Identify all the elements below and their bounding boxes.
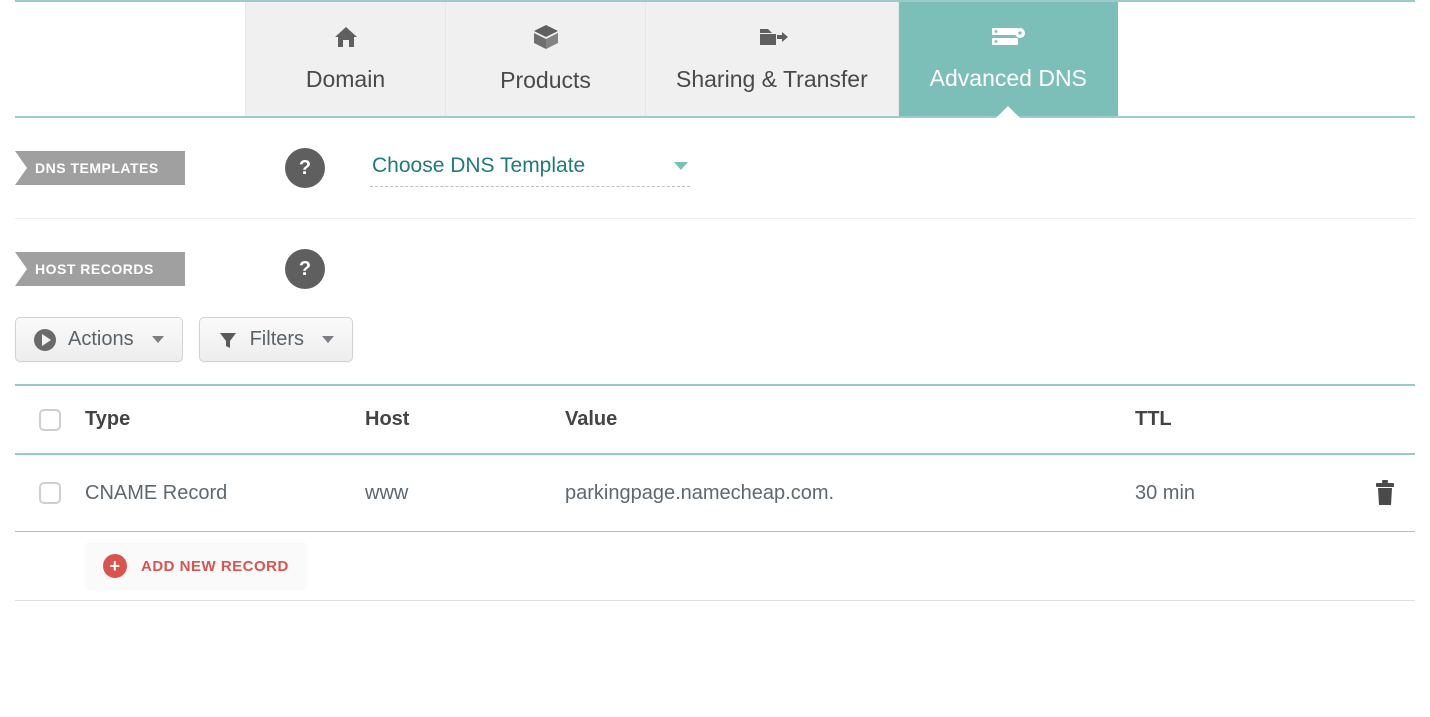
dns-template-select[interactable]: Choose DNS Template — [370, 149, 690, 187]
tab-sharing-label: Sharing & Transfer — [676, 66, 868, 93]
section-host-records: HOST RECORDS ? — [15, 219, 1415, 305]
actions-button[interactable]: Actions — [15, 317, 183, 362]
select-all-checkbox[interactable] — [39, 409, 61, 431]
host-records-table: Type Host Value TTL CNAME Record www par… — [15, 384, 1415, 532]
ribbon-dns-templates: DNS TEMPLATES — [15, 151, 185, 185]
add-new-record-button[interactable]: + ADD NEW RECORD — [85, 542, 307, 590]
question-icon: ? — [299, 258, 311, 281]
ribbon-dns-label: DNS TEMPLATES — [35, 160, 159, 176]
cell-value[interactable]: parkingpage.namecheap.com. — [565, 482, 1135, 505]
play-circle-icon — [34, 329, 56, 351]
tab-advanced-dns[interactable]: Advanced DNS — [898, 2, 1118, 116]
actions-label: Actions — [68, 328, 134, 351]
tab-spacer-right — [1118, 2, 1415, 116]
share-arrow-icon — [756, 25, 788, 54]
col-value-header: Value — [565, 408, 1135, 431]
table-row: CNAME Record www parkingpage.namecheap.c… — [15, 455, 1415, 532]
add-record-bar: + ADD NEW RECORD — [15, 532, 1415, 601]
server-gear-icon — [990, 26, 1026, 53]
tab-products-label: Products — [500, 67, 591, 94]
caret-down-icon — [322, 336, 334, 343]
ribbon-host-label: HOST RECORDS — [35, 261, 154, 277]
caret-down-icon — [152, 336, 164, 343]
filters-button[interactable]: Filters — [199, 317, 353, 362]
add-new-record-label: ADD NEW RECORD — [141, 558, 289, 575]
cell-host[interactable]: www — [365, 482, 565, 505]
col-type-header: Type — [85, 408, 365, 431]
plus-circle-icon: + — [103, 554, 127, 578]
section-dns-templates: DNS TEMPLATES ? Choose DNS Template — [15, 118, 1415, 219]
col-ttl-header: TTL — [1135, 408, 1355, 431]
home-icon — [333, 25, 359, 54]
box-icon — [532, 24, 560, 55]
table-header-row: Type Host Value TTL — [15, 386, 1415, 455]
funnel-icon — [218, 330, 238, 350]
col-host-header: Host — [365, 408, 565, 431]
tab-advanced-label: Advanced DNS — [930, 65, 1087, 92]
tab-domain-label: Domain — [306, 66, 385, 93]
tab-sharing-transfer[interactable]: Sharing & Transfer — [645, 2, 898, 116]
tab-spacer-left — [15, 2, 245, 116]
caret-down-icon — [674, 162, 688, 170]
filters-label: Filters — [250, 328, 304, 351]
host-records-toolbar: Actions Filters — [15, 305, 1415, 384]
dns-template-placeholder: Choose DNS Template — [372, 154, 585, 178]
help-dns-templates[interactable]: ? — [285, 148, 325, 188]
help-host-records[interactable]: ? — [285, 249, 325, 289]
main-tabs: Domain Products Sharing & Transfer Advan… — [15, 0, 1415, 118]
tab-products[interactable]: Products — [445, 2, 645, 116]
ribbon-host-records: HOST RECORDS — [15, 252, 185, 286]
row-checkbox[interactable] — [39, 482, 61, 504]
question-icon: ? — [299, 157, 311, 180]
trash-icon[interactable] — [1373, 480, 1397, 506]
cell-ttl[interactable]: 30 min — [1135, 482, 1355, 505]
cell-type[interactable]: CNAME Record — [85, 482, 365, 505]
tab-domain[interactable]: Domain — [245, 2, 445, 116]
